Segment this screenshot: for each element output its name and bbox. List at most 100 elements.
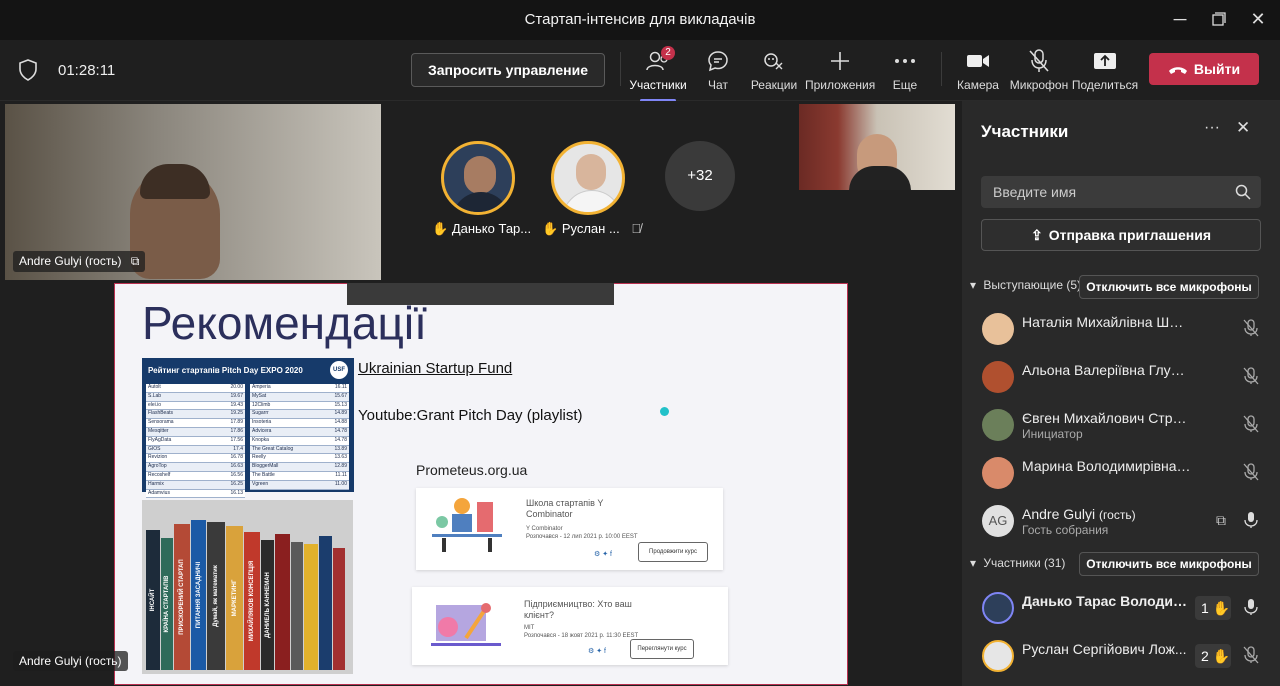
participant-row[interactable]: Марина Володимирівна Карміз... [962,451,1280,495]
book-title: МАРКЕТИНГ [231,579,238,617]
rating-table: Рейтинг стартапів Pitch Day EXPO 2020 US… [142,358,354,499]
rating-score: 13.63 [334,454,347,461]
rating-score: 16.63 [230,463,243,470]
rating-score: 19.43 [230,401,243,408]
shield-icon [18,59,38,86]
participant-hair [140,164,210,199]
participant-name: Данько Тарас Володим... [1022,593,1187,609]
rating-row: AgroTop 16.63 [146,463,245,472]
course-illustration-2 [426,593,506,653]
course-title-2: Підприємництво: Хто ваш клієнт? [524,599,632,620]
phone-hangup-icon [1168,67,1187,75]
overflow-participants[interactable]: +32 [665,141,735,211]
avatar-initials: AG [982,505,1014,537]
book-spine: ДАНИЕЛЬ КАННЕМАН [261,540,274,670]
video-tile-small[interactable] [799,104,955,190]
body-shape [562,190,622,212]
link-ukrainian-startup-fund[interactable]: Ukrainian Startup Fund [358,360,512,377]
rating-score: 17.56 [230,436,243,443]
reactions-button[interactable]: Реакции [739,48,809,92]
book-spine: ІНСАЙТ [146,530,160,670]
avatar-ruslan[interactable] [551,141,625,215]
attendees-header[interactable]: ▾ Участники (31) [970,556,1065,570]
hand-icon: ✋ [542,221,559,236]
participant-name: Альона Валеріївна Глушко [1022,362,1192,378]
rating-name: FlashBeats [148,410,174,417]
close-panel-icon[interactable]: ✕ [1236,118,1250,138]
face-shape [464,156,496,194]
participant-row[interactable]: Руслан Сергійович Лож... 2 ✋ [962,634,1280,678]
rating-name: Adamvius [148,489,170,496]
rating-name: MySat [252,392,267,399]
send-invite-button[interactable]: ⇪ Отправка приглашения [981,219,1261,251]
rating-score: 14.88 [334,419,347,426]
mic-off-icon [1242,415,1260,438]
raised-participant-2-name: Руслан ... [561,221,620,236]
course-card-2[interactable]: Підприємництво: Хто ваш клієнт? MIT Розп… [412,587,728,665]
search-participants-field[interactable]: Введите имя [981,176,1261,208]
view-course-button[interactable]: Переглянути курс [630,639,694,659]
video-tile-andre[interactable]: Andre Gulyi (гость) ⧉ [5,104,381,280]
course-date-1: Розпочався - 12 лип 2021 р. 10:00 EEST [526,534,638,540]
participant-row[interactable]: AG Andre Gulyi (гость) Гость собрания ⧉ [962,499,1280,543]
avatar [982,592,1014,624]
book-title: ПИТАННЯ ЗАСАДНИЧІ [195,561,202,629]
social-icons: ⚙ ✦ f [594,551,612,558]
rating-score: 19.67 [230,392,243,399]
rating-left-column: Autolt 20.00 S.Lab 19.67 elei.io 19.43 FlashBe… [146,384,245,499]
rating-row: Recoshelf 16.56 [146,471,245,481]
rating-name: Autolt [148,384,161,390]
rating-score: 14.78 [334,436,347,443]
rating-name: Recoshelf [148,471,171,478]
social-icons: ⚙ ✦ f [588,648,606,655]
camera-button[interactable]: Камера [943,48,1013,92]
book-title: ПРИСКОРЕНИЙ СТАРТАП [179,559,185,635]
divider [620,52,621,86]
book-spine [275,534,290,670]
rating-row: Knopka 14.78 [250,436,349,446]
book-title: ІНСАЙТ [150,588,156,612]
book-spine: Думай, як математик [207,522,225,670]
course-card-1[interactable]: Школа стартапів Y Combinator Y Combinato… [416,488,723,570]
rating-score: 11.00 [334,480,347,487]
mic-on-icon [1242,598,1260,621]
close-window-button[interactable]: ✕ [1246,8,1270,30]
participant-row[interactable]: Євген Михайлович Строков Инициатор [962,403,1280,447]
rating-name: Vgreen [252,480,269,487]
rating-score: 17.4 [233,445,243,452]
microphone-button[interactable]: Микрофон [1004,48,1074,92]
rating-name: Sensorama [148,419,174,426]
rating-score: 19.25 [230,410,243,417]
mute-all-attendees-button[interactable]: Отключить все микрофоны [1079,552,1259,576]
book-spine [291,542,303,670]
share-button[interactable]: Поделиться [1070,48,1140,92]
share-owner-chip: Andre Gulyi (гость) [13,651,128,671]
avatar-danko[interactable] [441,141,515,215]
link-prometeus[interactable]: Prometeus.org.ua [416,462,527,478]
presenters-header[interactable]: ▾ Выступающие (5) [970,278,1081,292]
apps-button[interactable]: Приложения [805,48,875,92]
book-spine [304,544,318,670]
link-youtube-grant-pitch-day[interactable]: Youtube:Grant Pitch Day (playlist) [358,407,583,424]
pointer-dot [660,407,669,416]
rating-score: 13.89 [334,445,347,452]
participant-row[interactable]: Наталія Михайлівна Шматько [962,307,1280,351]
more-options-icon[interactable]: ··· [1204,119,1220,137]
hand-icon: ✋ [1212,648,1231,664]
rating-row: elei.io 19.43 [146,401,245,411]
continue-course-button[interactable]: Продовжити курс [638,542,708,562]
participant-row[interactable]: Альона Валеріївна Глушко [962,355,1280,399]
search-icon [1235,184,1251,200]
request-control-button[interactable]: Запросить управление [411,53,605,87]
mute-all-presenters-button[interactable]: Отключить все микрофоны [1079,275,1259,299]
leave-button[interactable]: Выйти [1149,53,1259,85]
participant-row[interactable]: Данько Тарас Володим... 1 ✋ [962,586,1280,630]
window-title: Стартап-інтенсив для викладачів [524,11,756,28]
minimize-button[interactable]: ─ [1168,8,1192,30]
book-spine [319,536,332,670]
more-button[interactable]: Еще [870,48,940,92]
maximize-button[interactable] [1207,8,1231,30]
rating-row: GIOS 17.4 [146,445,245,455]
participant-name: Руслан Сергійович Лож... [1022,641,1187,657]
rating-row: Advicera 14.78 [250,427,349,437]
